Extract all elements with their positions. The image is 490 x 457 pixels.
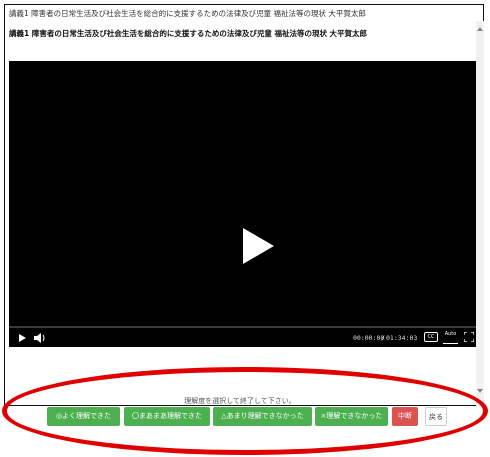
rate-not-understood-button[interactable]: ×理解できなかった <box>315 407 388 426</box>
total-time: 01:34:03 <box>386 334 418 342</box>
window-title: 講義1 障害者の日常生活及び社会生活を総合的に支援するための法律及び児童 福祉法… <box>9 9 366 18</box>
scroll-down-icon[interactable] <box>477 389 483 393</box>
lecture-heading: 講義1 障害者の日常生活及び社会生活を総合的に支援するための法律及び児童 福祉法… <box>9 29 368 38</box>
scrollbar[interactable] <box>476 21 484 407</box>
closed-caption-icon[interactable]: CC <box>424 332 438 342</box>
time-separator: / <box>381 334 385 342</box>
big-play-icon[interactable] <box>243 228 274 264</box>
player-window: 講義1 障害者の日常生活及び社会生活を総合的に支援するための法律及び児童 福祉法… <box>4 4 484 407</box>
back-button[interactable]: 戻る <box>425 407 447 426</box>
rating-instruction: 理解度を選択して終了して下さい。 <box>184 397 296 405</box>
rate-somewhat-understood-button[interactable]: 〇まあまあ理解できた <box>124 407 210 426</box>
audio-description-icon[interactable]: Auto <box>443 331 458 344</box>
current-time: 00:00:00 <box>353 334 385 342</box>
scroll-up-icon[interactable] <box>477 27 483 31</box>
video-player[interactable]: 00:00:00 / 01:34:03 CC Auto <box>9 61 476 347</box>
volume-icon[interactable] <box>33 332 47 344</box>
fullscreen-icon[interactable] <box>464 332 474 342</box>
play-icon[interactable] <box>19 334 26 342</box>
progress-bar[interactable] <box>9 326 476 328</box>
rate-well-understood-button[interactable]: ◎よく理解できた <box>47 407 120 426</box>
content-area: 講義1 障害者の日常生活及び社会生活を総合的に支援するための法律及び児童 福祉法… <box>5 21 476 405</box>
rate-not-much-understood-button[interactable]: △あまり理解できなかった <box>213 407 312 426</box>
pause-button[interactable]: 中断 <box>392 407 418 426</box>
player-controls: 00:00:00 / 01:34:03 CC Auto <box>9 329 476 347</box>
